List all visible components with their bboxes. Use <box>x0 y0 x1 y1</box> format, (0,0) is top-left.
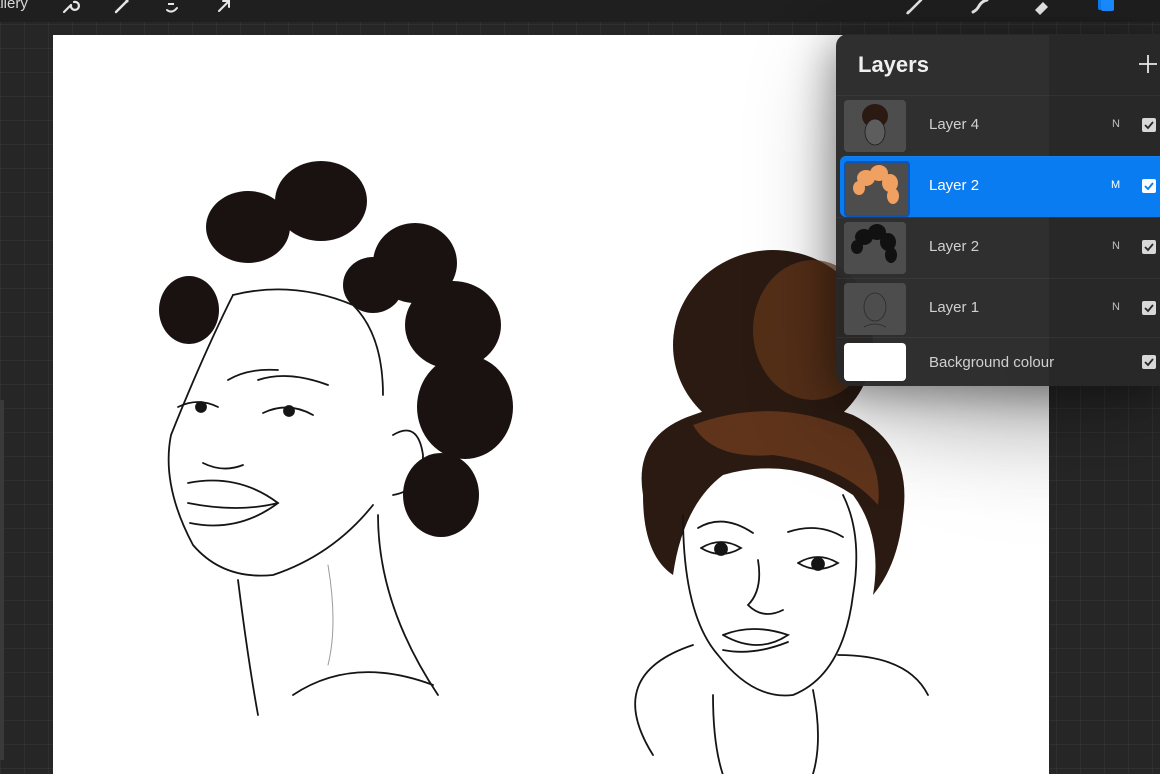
brush-size-slider[interactable] <box>0 400 4 760</box>
visibility-checkbox[interactable] <box>1142 355 1156 369</box>
layer-row-background-colour[interactable]: Background colour <box>836 337 1160 387</box>
brush-icon[interactable] <box>903 0 927 18</box>
magic-wand-icon[interactable] <box>110 0 134 18</box>
top-toolbar: allery <box>0 0 1160 22</box>
wrench-icon[interactable] <box>58 0 82 18</box>
layer-thumbnail <box>844 100 906 152</box>
left-portrait <box>159 161 513 716</box>
layer-row-layer-1[interactable]: Layer 1 N <box>836 278 1160 339</box>
blend-mode-button[interactable]: N <box>1112 118 1120 130</box>
selection-icon[interactable] <box>160 0 184 18</box>
layer-row-layer-4[interactable]: Layer 4 N <box>836 95 1160 156</box>
layer-row-layer-2[interactable]: Layer 2 N <box>836 217 1160 278</box>
layer-name: Layer 1 <box>929 299 980 316</box>
layers-title: Layers <box>858 52 929 77</box>
layer-name: Layer 4 <box>929 116 980 133</box>
visibility-checkbox[interactable] <box>1142 301 1156 315</box>
visibility-checkbox[interactable] <box>1142 118 1156 132</box>
visibility-checkbox[interactable] <box>1142 240 1156 254</box>
layer-thumbnail <box>844 222 906 274</box>
gallery-button[interactable]: allery <box>0 0 28 12</box>
blend-mode-button[interactable]: N <box>1112 240 1120 252</box>
layer-name: Layer 2 <box>929 238 980 255</box>
layer-row-layer-2-selected[interactable]: Layer 2 M <box>840 156 1160 217</box>
plus-icon[interactable] <box>1136 52 1160 76</box>
layer-thumbnail <box>844 283 906 335</box>
background-color-swatch[interactable] <box>844 343 906 381</box>
blend-mode-button[interactable]: N <box>1112 301 1120 313</box>
layer-name: Background colour <box>929 354 1055 371</box>
blend-mode-button[interactable]: M <box>1111 179 1120 191</box>
layers-panel: Layers Layer 4 N Layer 2 M Layer 2 N Lay… <box>836 34 1160 386</box>
layer-thumbnail <box>844 161 910 217</box>
visibility-checkbox[interactable] <box>1142 179 1156 193</box>
transform-arrow-icon[interactable] <box>212 0 236 18</box>
smudge-icon[interactable] <box>968 0 992 18</box>
layer-name: Layer 2 <box>929 177 980 194</box>
layers-icon[interactable] <box>1094 0 1118 18</box>
eraser-icon[interactable] <box>1030 0 1054 18</box>
